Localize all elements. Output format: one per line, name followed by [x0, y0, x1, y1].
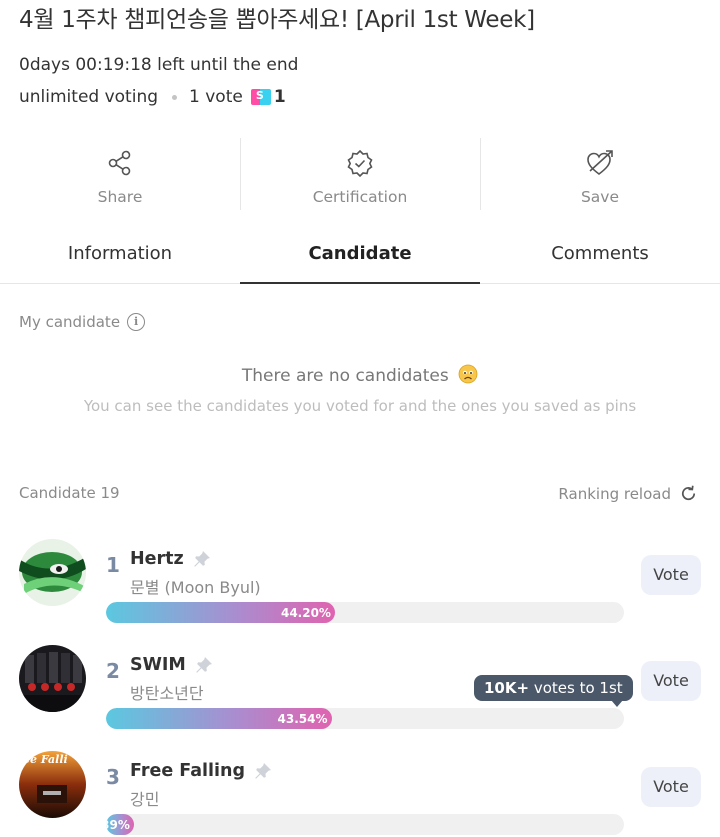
- ranking-reload-button[interactable]: Ranking reload: [558, 484, 698, 503]
- vote-button[interactable]: Vote: [641, 767, 701, 807]
- ticket-icon: [250, 89, 271, 105]
- empty-state-subtitle: You can see the candidates you voted for…: [83, 397, 637, 415]
- pin-icon[interactable]: [192, 549, 212, 569]
- album-thumbnail[interactable]: [19, 645, 86, 712]
- ticket-count: 1: [273, 87, 286, 107]
- album-thumbnail[interactable]: ee Falli: [19, 751, 86, 818]
- candidate-song: Hertz: [130, 549, 212, 569]
- vote-per-label: 1 vote: [189, 87, 243, 107]
- pin-icon[interactable]: [194, 655, 214, 675]
- candidate-row: 2 SWIM 방탄소년단 10K+ votes to 1st 43.54% Vo…: [0, 645, 720, 745]
- album-thumbnail[interactable]: [19, 539, 86, 606]
- certification-button[interactable]: Certification: [240, 138, 480, 212]
- share-label: Share: [97, 188, 143, 206]
- vote-button[interactable]: Vote: [641, 661, 701, 701]
- tab-candidate[interactable]: Candidate: [240, 226, 480, 284]
- ranking-reload-label: Ranking reload: [558, 484, 671, 503]
- tab-information[interactable]: Information: [0, 226, 240, 283]
- save-label: Save: [580, 188, 620, 206]
- vote-progress-track: 43.54%: [106, 708, 624, 729]
- candidate-artist: 강민: [130, 790, 160, 809]
- candidate-count: Candidate 19: [19, 484, 120, 502]
- action-bar: Share Certification Save: [0, 138, 720, 212]
- save-button[interactable]: Save: [480, 138, 720, 212]
- song-title: SWIM: [130, 655, 186, 675]
- vote-progress-fill: 5.39%: [106, 814, 134, 835]
- pin-icon[interactable]: [253, 761, 273, 781]
- vote-progress-fill: 43.54%: [106, 708, 332, 729]
- candidate-artist: 문별 (Moon Byul): [130, 578, 261, 597]
- certification-badge-icon: [347, 149, 373, 178]
- song-title: Free Falling: [130, 761, 246, 781]
- my-candidate-label: My candidate: [19, 313, 121, 331]
- info-icon[interactable]: i: [127, 313, 146, 331]
- vote-progress-fill: 44.20%: [106, 602, 335, 623]
- vote-button[interactable]: Vote: [641, 555, 701, 595]
- svg-text:ee Falli: ee Falli: [23, 753, 68, 766]
- tab-comments[interactable]: Comments: [480, 226, 720, 283]
- votes-to-first-tooltip: 10K+ votes to 1st: [474, 675, 633, 707]
- candidate-artist: 방탄소년단: [130, 684, 204, 703]
- empty-state-title: There are no candidates: [0, 364, 720, 386]
- vote-progress-track: 44.20%: [106, 602, 624, 623]
- voting-mode: unlimited voting: [19, 87, 159, 107]
- voting-info: unlimited voting 1 vote 1: [19, 87, 286, 107]
- sad-face-icon: [458, 364, 478, 384]
- vote-percentage: 5.39%: [106, 817, 130, 832]
- tooltip-text: votes to 1st: [529, 679, 623, 697]
- tooltip-count: 10K+: [484, 679, 530, 697]
- song-title: Hertz: [130, 549, 184, 569]
- heart-arrow-icon: [587, 150, 613, 176]
- candidate-song: SWIM: [130, 655, 214, 675]
- certification-label: Certification: [312, 188, 408, 206]
- candidate-song: Free Falling: [130, 761, 273, 781]
- share-button[interactable]: Share: [0, 138, 240, 212]
- separator-dot: [172, 94, 178, 100]
- my-candidate-header: My candidate i: [19, 313, 146, 331]
- vote-progress-track: 5.39%: [106, 814, 624, 835]
- poll-title: 4월 1주차 챔피언송을 뽑아주세요! [April 1st Week]: [19, 7, 535, 33]
- empty-title-text: There are no candidates: [241, 366, 449, 386]
- candidate-rank: 3: [106, 765, 120, 789]
- candidate-rank: 2: [106, 659, 120, 683]
- reload-icon: [682, 485, 696, 501]
- candidate-rank: 1: [106, 553, 120, 577]
- candidate-row: ee Falli 3 Free Falling 강민 5.39% Vote: [0, 751, 720, 837]
- candidate-row: 1 Hertz 문별 (Moon Byul) 44.20% Vote: [0, 539, 720, 639]
- vote-percentage: 44.20%: [280, 605, 331, 620]
- tab-bar: Information Candidate Comments: [0, 226, 720, 284]
- share-icon: [108, 150, 131, 176]
- countdown-text: 0days 00:19:18 left until the end: [19, 55, 299, 75]
- vote-percentage: 43.54%: [277, 711, 328, 726]
